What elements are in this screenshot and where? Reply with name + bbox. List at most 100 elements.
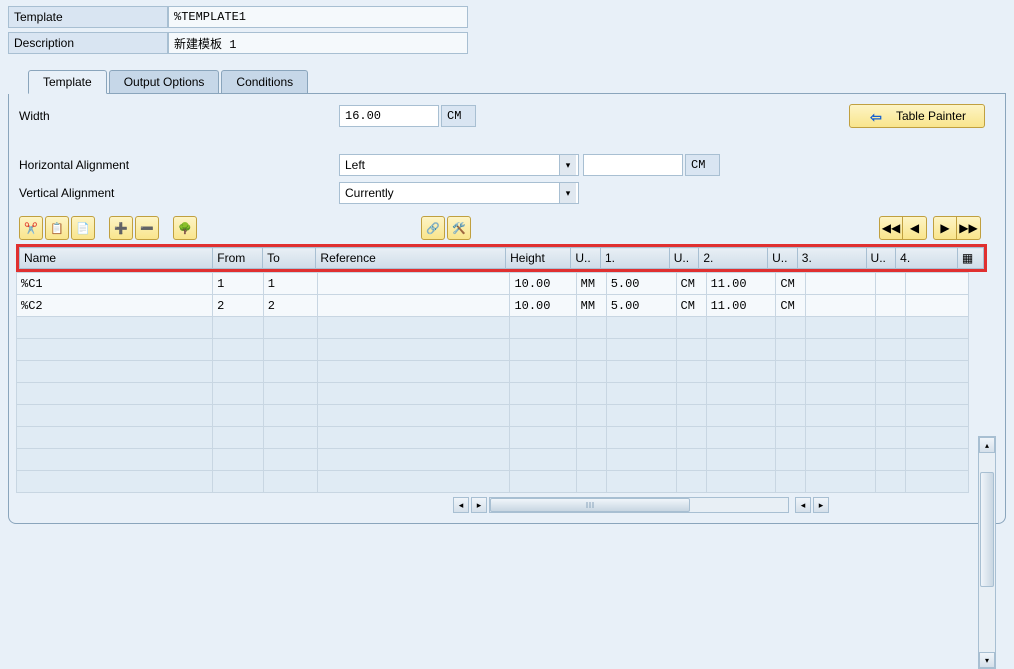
tool-button[interactable]: 🛠️ <box>447 216 471 240</box>
h-scroll-track[interactable] <box>489 497 789 513</box>
width-unit[interactable] <box>441 105 476 127</box>
table-row-empty[interactable] <box>17 471 969 493</box>
cell-u3[interactable]: CM <box>776 295 806 317</box>
nav-next-button[interactable]: ▶ <box>933 216 957 240</box>
table-wrap: Name From To Reference Height U.. 1. U..… <box>16 244 987 269</box>
col-u3[interactable]: U.. <box>768 248 798 269</box>
col-4[interactable]: 4. <box>896 248 958 269</box>
description-input[interactable] <box>168 32 468 54</box>
cell-u2[interactable]: CM <box>676 295 706 317</box>
chain-icon: 🔗 <box>426 222 440 235</box>
tab-output-options[interactable]: Output Options <box>109 70 220 93</box>
cell-c4[interactable] <box>906 295 969 317</box>
cell-to[interactable]: 1 <box>263 273 317 295</box>
cell-c3[interactable] <box>806 295 876 317</box>
cell-c3[interactable] <box>806 273 876 295</box>
h-right-button[interactable]: ▸ <box>471 497 487 513</box>
nav-last-button[interactable]: ▶▶ <box>957 216 981 240</box>
col-reference[interactable]: Reference <box>316 248 506 269</box>
nav-first-button[interactable]: ◀◀ <box>879 216 903 240</box>
cell-u3[interactable]: CM <box>776 273 806 295</box>
halign-value[interactable] <box>339 154 579 176</box>
nav-prev-button[interactable]: ◀ <box>903 216 927 240</box>
cell-from[interactable]: 1 <box>213 273 264 295</box>
cell-height[interactable]: 10.00 <box>510 295 576 317</box>
nav-group: ◀◀ ◀ ▶ ▶▶ <box>879 216 981 240</box>
link-button[interactable]: 🔗 <box>421 216 445 240</box>
table-row-empty[interactable] <box>17 427 969 449</box>
tree-icon: 🌳 <box>178 222 192 235</box>
halign-dropdown[interactable] <box>339 154 579 176</box>
scroll-up-button[interactable]: ▴ <box>979 437 995 453</box>
cell-u4[interactable] <box>876 295 906 317</box>
col-1[interactable]: 1. <box>600 248 669 269</box>
insert-row-button[interactable]: ➕ <box>109 216 133 240</box>
hierarchy-button[interactable]: 🌳 <box>173 216 197 240</box>
halign-unit[interactable] <box>685 154 720 176</box>
data-table-body: %C11110.00MM5.00CM11.00CM%C22210.00MM5.0… <box>16 272 969 493</box>
width-input[interactable] <box>339 105 439 127</box>
copy-button[interactable]: 📋 <box>45 216 69 240</box>
table-row[interactable]: %C22210.00MM5.00CM11.00CM <box>17 295 969 317</box>
valign-label: Vertical Alignment <box>19 186 339 200</box>
cell-to[interactable]: 2 <box>263 295 317 317</box>
col-3[interactable]: 3. <box>797 248 866 269</box>
col-u1[interactable]: U.. <box>571 248 601 269</box>
cell-u1[interactable]: MM <box>576 273 606 295</box>
cell-c2[interactable]: 11.00 <box>706 273 776 295</box>
tool-icon: 🛠️ <box>452 222 466 235</box>
cell-from[interactable]: 2 <box>213 295 264 317</box>
col-u2[interactable]: U.. <box>669 248 699 269</box>
table-row-empty[interactable] <box>17 339 969 361</box>
h-right2-button[interactable]: ▸ <box>813 497 829 513</box>
template-input[interactable] <box>168 6 468 28</box>
cell-name[interactable]: %C2 <box>17 295 213 317</box>
table-row[interactable]: %C11110.00MM5.00CM11.00CM <box>17 273 969 295</box>
cell-c4[interactable] <box>906 273 969 295</box>
halign-offset-input[interactable] <box>583 154 683 176</box>
cell-reference[interactable] <box>317 295 510 317</box>
cell-c1[interactable]: 5.00 <box>606 273 676 295</box>
table-row-empty[interactable] <box>17 383 969 405</box>
col-to[interactable]: To <box>263 248 316 269</box>
cell-reference[interactable] <box>317 273 510 295</box>
tab-content: Width ⇦ Table Painter Horizontal Alignme… <box>8 94 1006 524</box>
table-row-empty[interactable] <box>17 449 969 471</box>
table-row-empty[interactable] <box>17 405 969 427</box>
h-left-button[interactable]: ◂ <box>453 497 469 513</box>
tab-template[interactable]: Template <box>28 70 107 94</box>
h-scroll-thumb[interactable] <box>490 498 690 512</box>
cell-u1[interactable]: MM <box>576 295 606 317</box>
cell-name[interactable]: %C1 <box>17 273 213 295</box>
table-row-empty[interactable] <box>17 361 969 383</box>
header-section: Template Description <box>0 0 1014 70</box>
scroll-down-button[interactable]: ▾ <box>979 652 995 668</box>
delete-row-button[interactable]: ➖ <box>135 216 159 240</box>
col-settings[interactable]: ▦ <box>957 248 983 269</box>
cell-c2[interactable]: 11.00 <box>706 295 776 317</box>
scroll-thumb-v[interactable] <box>980 472 994 587</box>
columns-icon: ▦ <box>962 251 976 265</box>
col-height[interactable]: Height <box>506 248 571 269</box>
table-painter-button[interactable]: ⇦ Table Painter <box>849 104 985 128</box>
col-name[interactable]: Name <box>20 248 213 269</box>
cell-u2[interactable]: CM <box>676 273 706 295</box>
cell-c1[interactable]: 5.00 <box>606 295 676 317</box>
valign-value[interactable] <box>339 182 579 204</box>
col-2[interactable]: 2. <box>699 248 768 269</box>
description-label: Description <box>8 32 168 54</box>
vertical-scrollbar[interactable]: ▴ ▾ <box>978 436 996 669</box>
valign-dropdown[interactable] <box>339 182 579 204</box>
table-row-empty[interactable] <box>17 317 969 339</box>
col-from[interactable]: From <box>213 248 263 269</box>
h-left2-button[interactable]: ◂ <box>795 497 811 513</box>
width-label: Width <box>19 109 339 123</box>
tabs-container: Template Output Options Conditions Width… <box>8 70 1006 524</box>
cell-height[interactable]: 10.00 <box>510 273 576 295</box>
template-label: Template <box>8 6 168 28</box>
cut-button[interactable]: ✂️ <box>19 216 43 240</box>
cell-u4[interactable] <box>876 273 906 295</box>
paste-button[interactable]: 📄 <box>71 216 95 240</box>
tab-conditions[interactable]: Conditions <box>221 70 308 93</box>
col-u4[interactable]: U.. <box>866 248 896 269</box>
